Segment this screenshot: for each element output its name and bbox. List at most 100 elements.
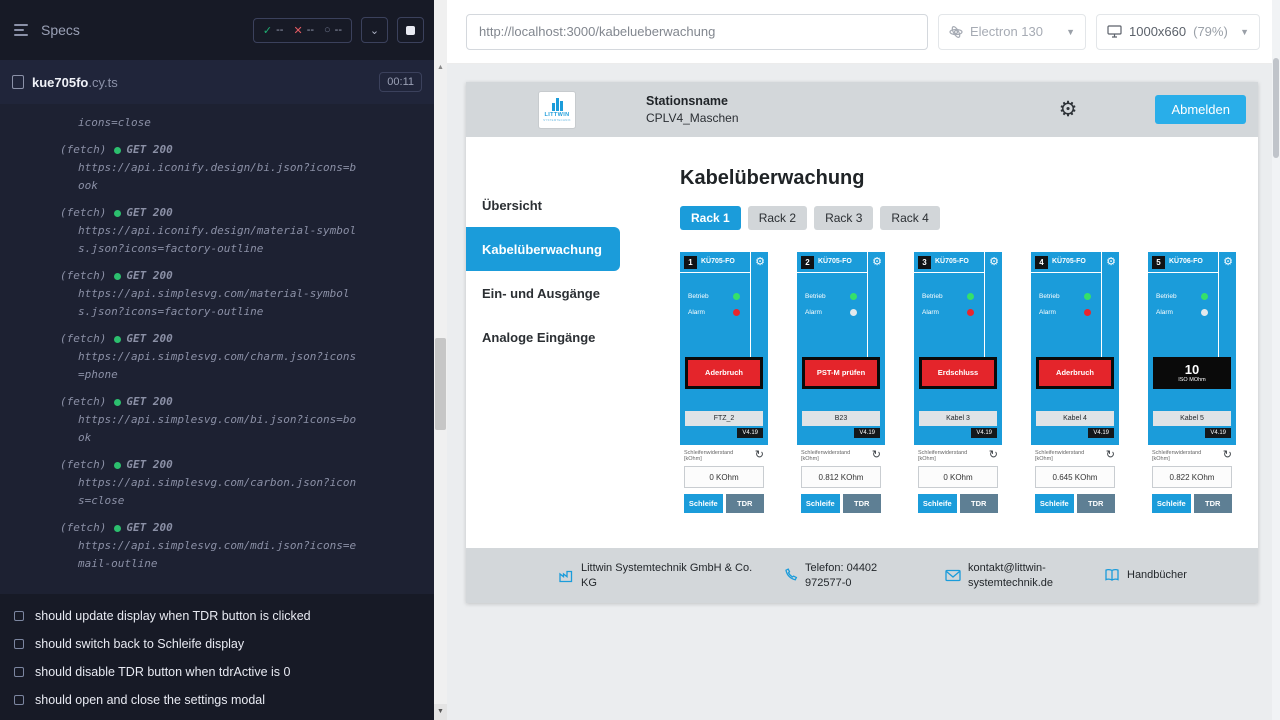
fetch-label: (fetch) bbox=[60, 141, 106, 159]
spec-row[interactable]: kue705fo.cy.ts 00:11 bbox=[0, 60, 434, 104]
http-status: GET 200 bbox=[126, 267, 172, 285]
http-status: GET 200 bbox=[126, 519, 172, 537]
sidebar-item-uebersicht[interactable]: Übersicht bbox=[466, 183, 638, 227]
request-url: https://api.simplesvg.com/material-symbo… bbox=[60, 285, 360, 321]
tab-rack-1[interactable]: Rack 1 bbox=[680, 206, 741, 230]
status-display: Erdschluss bbox=[919, 357, 997, 389]
page-scroll-thumb[interactable] bbox=[1273, 58, 1279, 158]
schleife-button[interactable]: Schleife bbox=[1035, 494, 1074, 513]
firmware-version: V4.19 bbox=[854, 428, 880, 438]
littwin-logo: LITTWIN SYSTEMTECHNIK bbox=[538, 91, 576, 129]
tdr-button[interactable]: TDR bbox=[960, 494, 999, 513]
refresh-icon[interactable]: ↻ bbox=[1106, 450, 1115, 461]
sidebar-item-analoge-eingaenge[interactable]: Analoge Eingänge bbox=[466, 315, 638, 359]
betrieb-row: Betrieb bbox=[922, 293, 974, 300]
tab-rack-2[interactable]: Rack 2 bbox=[748, 206, 807, 230]
log-entry: (fetch) GET 200 https://api.simplesvg.co… bbox=[0, 267, 434, 321]
tdr-button[interactable]: TDR bbox=[726, 494, 765, 513]
footer-email: kontakt@littwin-systemtechnik.de bbox=[945, 561, 1074, 590]
rack-tabs: Rack 1 Rack 2 Rack 3 Rack 4 bbox=[680, 206, 1258, 230]
card-gear-icon[interactable]: ⚙ bbox=[989, 255, 999, 268]
tab-rack-4[interactable]: Rack 4 bbox=[880, 206, 939, 230]
status-dot-icon bbox=[114, 336, 121, 343]
measurement-value: 0.822 KOhm bbox=[1152, 466, 1232, 488]
request-url: https://api.iconify.design/material-symb… bbox=[60, 222, 360, 258]
tdr-button[interactable]: TDR bbox=[1194, 494, 1233, 513]
settings-gear-icon[interactable]: ⚙ bbox=[1059, 97, 1078, 122]
http-status: GET 200 bbox=[126, 393, 172, 411]
alarm-label: Alarm bbox=[922, 309, 939, 316]
specs-menu-icon[interactable] bbox=[14, 23, 32, 37]
tdr-button[interactable]: TDR bbox=[1077, 494, 1116, 513]
log-entry: (fetch) GET 200 https://api.iconify.desi… bbox=[0, 204, 434, 258]
stop-button[interactable] bbox=[397, 17, 424, 43]
browser-select[interactable]: Electron 130 ▼ bbox=[938, 14, 1086, 50]
reporter-scroll-thumb[interactable] bbox=[435, 338, 446, 430]
http-status: GET 200 bbox=[126, 456, 172, 474]
status-alarm-display: Aderbruch bbox=[1039, 360, 1111, 386]
measurement-section: Schleifenwiderstand [kOhm] ↻ 0 KOhm Schl… bbox=[914, 445, 1002, 552]
test-item[interactable]: should switch back to Schleife display bbox=[0, 630, 434, 658]
card-number-badge: 3 bbox=[918, 256, 931, 269]
stop-icon bbox=[406, 26, 415, 35]
measurement-label: Schleifenwiderstand [kOhm] bbox=[1152, 450, 1210, 462]
measurement-label: Schleifenwiderstand [kOhm] bbox=[1035, 450, 1093, 462]
refresh-icon[interactable]: ↻ bbox=[989, 450, 998, 461]
test-item[interactable]: should update display when TDR button is… bbox=[0, 602, 434, 630]
request-url: icons=close bbox=[60, 114, 360, 132]
stat-pending: ○-- bbox=[324, 24, 342, 36]
test-box-icon bbox=[14, 611, 24, 621]
collapse-button[interactable]: ⌄ bbox=[361, 17, 388, 43]
logout-button[interactable]: Abmelden bbox=[1155, 95, 1246, 124]
refresh-icon[interactable]: ↻ bbox=[755, 450, 764, 461]
device-card: 1 KÜ705-FO ⚙ Betrieb Alarm Aderbruch FTZ… bbox=[680, 252, 768, 552]
scroll-up-icon[interactable]: ▲ bbox=[434, 64, 447, 71]
tdr-button[interactable]: TDR bbox=[843, 494, 882, 513]
logo-icon bbox=[552, 97, 563, 111]
status-dot-icon bbox=[114, 147, 121, 154]
test-title: should update display when TDR button is… bbox=[35, 609, 311, 623]
status-alarm-display: PST-M prüfen bbox=[805, 360, 877, 386]
viewport-select[interactable]: 1000x660 (79%) ▼ bbox=[1096, 14, 1260, 50]
scroll-down-icon[interactable]: ▼ bbox=[434, 704, 447, 720]
test-list: should update display when TDR button is… bbox=[0, 602, 434, 714]
book-icon bbox=[1104, 568, 1120, 582]
sidebar-item-kabelueberwachung[interactable]: Kabelüberwachung bbox=[466, 227, 620, 271]
schleife-button[interactable]: Schleife bbox=[684, 494, 723, 513]
refresh-icon[interactable]: ↻ bbox=[872, 450, 881, 461]
device-model: KÜ706-FO bbox=[1169, 258, 1203, 265]
card-gear-icon[interactable]: ⚙ bbox=[755, 255, 765, 268]
alarm-row: Alarm bbox=[1039, 309, 1091, 316]
schleife-button[interactable]: Schleife bbox=[801, 494, 840, 513]
test-box-icon bbox=[14, 695, 24, 705]
card-number-badge: 5 bbox=[1152, 256, 1165, 269]
sidebar: Übersicht Kabelüberwachung Ein- und Ausg… bbox=[466, 137, 638, 603]
alarm-label: Alarm bbox=[1039, 309, 1056, 316]
card-gear-icon[interactable]: ⚙ bbox=[1106, 255, 1116, 268]
alarm-row: Alarm bbox=[688, 309, 740, 316]
footer-manuals[interactable]: Handbücher bbox=[1104, 568, 1187, 582]
url-input[interactable] bbox=[466, 14, 928, 50]
request-url: https://api.simplesvg.com/mdi.json?icons… bbox=[60, 537, 360, 573]
tab-rack-3[interactable]: Rack 3 bbox=[814, 206, 873, 230]
sidebar-item-ein-und-ausgaenge[interactable]: Ein- und Ausgänge bbox=[466, 271, 638, 315]
card-number-badge: 1 bbox=[684, 256, 697, 269]
test-box-icon bbox=[14, 667, 24, 677]
http-status: GET 200 bbox=[126, 141, 172, 159]
card-number-badge: 4 bbox=[1035, 256, 1048, 269]
card-gear-icon[interactable]: ⚙ bbox=[872, 255, 882, 268]
refresh-icon[interactable]: ↻ bbox=[1223, 450, 1232, 461]
page-scrollbar[interactable] bbox=[1272, 0, 1280, 720]
spec-ext: .cy.ts bbox=[88, 75, 117, 90]
reporter-scrollbar[interactable]: ▲ ▼ bbox=[434, 0, 447, 720]
measurement-label: Schleifenwiderstand [kOhm] bbox=[684, 450, 742, 462]
log-entry: (fetch) GET 200 https://api.iconify.desi… bbox=[0, 141, 434, 195]
test-item[interactable]: should open and close the settings modal bbox=[0, 686, 434, 714]
schleife-button[interactable]: Schleife bbox=[918, 494, 957, 513]
schleife-button[interactable]: Schleife bbox=[1152, 494, 1191, 513]
test-item[interactable]: should disable TDR button when tdrActive… bbox=[0, 658, 434, 686]
card-gear-icon[interactable]: ⚙ bbox=[1223, 255, 1233, 268]
circle-icon: ○ bbox=[324, 24, 331, 36]
spec-timer: 00:11 bbox=[379, 72, 422, 92]
measurement-label: Schleifenwiderstand [kOhm] bbox=[801, 450, 859, 462]
